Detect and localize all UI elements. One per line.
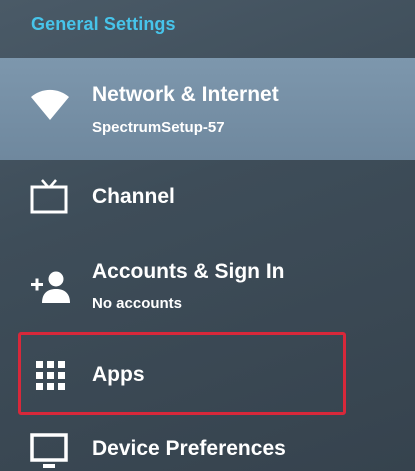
menu-item-network-internet[interactable]: Network & Internet SpectrumSetup-57 <box>0 58 415 160</box>
menu-item-label: Accounts & Sign In <box>92 260 285 283</box>
menu-item-label: Network & Internet <box>92 83 279 106</box>
menu-item-label: Channel <box>92 185 175 208</box>
menu-item-channel[interactable]: Channel <box>0 166 415 228</box>
monitor-icon <box>30 433 68 471</box>
tv-icon <box>30 178 68 214</box>
highlight-box <box>18 332 346 415</box>
menu-item-label: Device Preferences <box>92 437 286 460</box>
add-person-icon <box>30 270 70 304</box>
menu-item-device-preferences[interactable]: Device Preferences <box>0 425 415 471</box>
menu-item-accounts-sign-in[interactable]: Accounts & Sign In No accounts <box>0 250 415 330</box>
wifi-icon <box>30 88 70 122</box>
menu-item-sublabel: SpectrumSetup-57 <box>92 119 225 136</box>
page-title: General Settings <box>31 14 176 34</box>
menu-item-sublabel: No accounts <box>92 295 183 312</box>
